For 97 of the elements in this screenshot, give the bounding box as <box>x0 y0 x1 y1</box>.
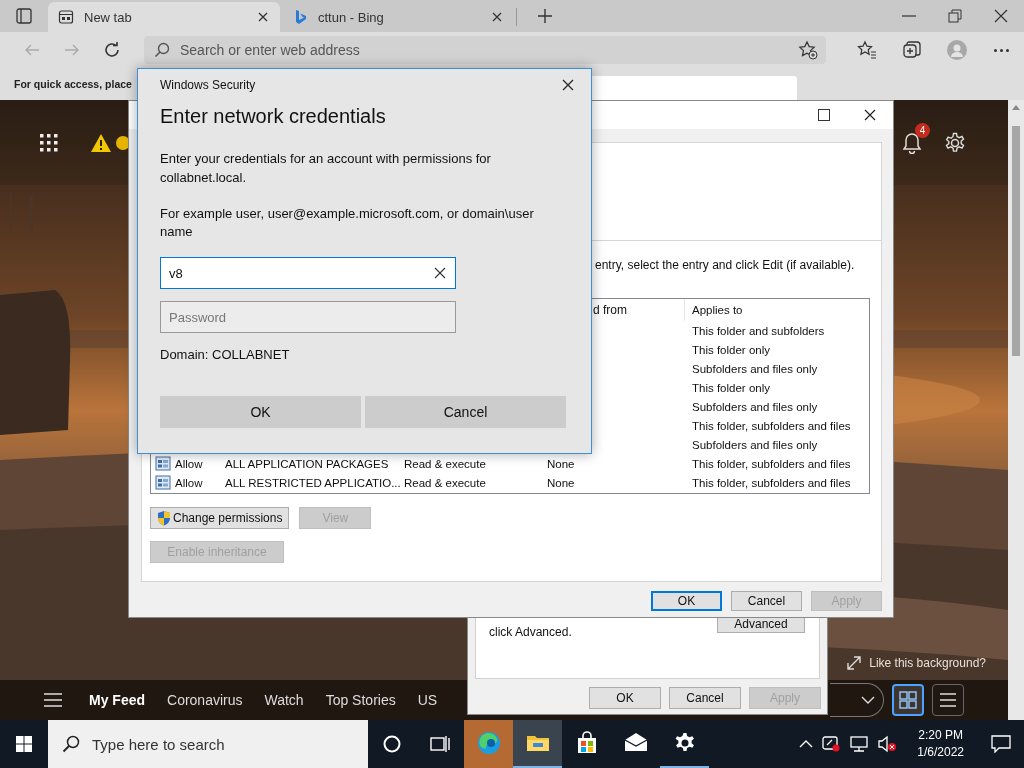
feed-tab[interactable]: My Feed <box>78 680 156 720</box>
group-icon <box>155 456 171 471</box>
dialog-heading: Enter network credentials <box>160 104 387 129</box>
tab-actions-icon[interactable] <box>16 8 32 24</box>
add-favorite-icon[interactable] <box>798 40 818 60</box>
scrollbar-thumb[interactable] <box>1012 126 1020 356</box>
list-view-icon <box>939 692 957 708</box>
advanced-note: click Advanced. <box>489 625 573 639</box>
example-text: For example user, user@example.microsoft.com, or domain\user name <box>160 205 535 241</box>
dialog-button[interactable]: Cancel <box>731 591 802 611</box>
table-cell-text: Allow <box>175 476 204 489</box>
close-icon <box>561 78 575 92</box>
grid-view-icon <box>899 691 917 709</box>
password-field[interactable]: Password <box>160 301 456 333</box>
table-cell-text: Subfolders and files only <box>691 362 819 375</box>
refresh-icon <box>103 41 121 59</box>
address-field[interactable]: Search or enter web address <box>144 36 826 64</box>
browser-tab[interactable]: New tab <box>48 2 280 32</box>
warning-icon[interactable] <box>90 132 112 153</box>
page-icon <box>58 9 74 25</box>
dialog-button[interactable]: Cancel <box>365 396 566 428</box>
table-cell-text: Allow <box>175 457 204 470</box>
favorites-bar-text: For quick access, place <box>14 78 132 90</box>
table-cell-text: Subfolders and files only <box>691 400 819 413</box>
close-icon <box>993 8 1009 24</box>
username-field[interactable]: v8 <box>160 257 456 289</box>
plus-icon <box>537 8 553 24</box>
table-cell-text: ALL APPLICATION PACKAGES <box>225 457 390 470</box>
shield-icon <box>157 510 171 526</box>
table-cell-text: This folder, subfolders and files <box>691 457 852 470</box>
menu-icon[interactable] <box>44 693 62 707</box>
collections-icon <box>901 40 922 60</box>
group-icon <box>155 475 171 490</box>
back-arrow-icon <box>24 42 40 58</box>
domain-label: Domain: COLLABNET <box>160 346 291 364</box>
background-prompt-link[interactable]: Like this background? <box>869 656 986 670</box>
favorites-icon <box>856 40 877 60</box>
task-view-icon <box>430 735 450 753</box>
clear-icon[interactable] <box>434 267 446 279</box>
status-dot-icon <box>116 135 130 150</box>
speech-bubble-icon <box>991 735 1011 753</box>
taskbar-search-field[interactable]: Type here to search <box>48 720 368 768</box>
taskbar-app-button[interactable] <box>513 720 562 768</box>
dialog-title: Windows Security <box>160 78 257 92</box>
table-cell-text: This folder only <box>691 343 771 356</box>
dialog-button[interactable]: Change permissions <box>150 507 290 529</box>
table-cell-text: Read & execute <box>404 457 487 470</box>
circle-icon <box>383 735 401 753</box>
table-cell-text: Read & execute <box>404 476 487 489</box>
feed-tab[interactable]: Coronavirus <box>156 680 254 720</box>
network-icon[interactable] <box>849 735 870 753</box>
app-grid-icon[interactable] <box>40 133 58 152</box>
device-alert-icon[interactable] <box>821 735 842 753</box>
more-icon <box>994 48 1009 52</box>
search-icon <box>62 735 80 753</box>
feed-tab[interactable]: US <box>406 680 449 720</box>
search-icon <box>154 42 170 58</box>
dialog-button[interactable]: OK <box>651 591 722 611</box>
browser-tab[interactable]: cttun - Bing <box>282 2 514 32</box>
chevron-down-icon <box>861 696 875 704</box>
restore-icon <box>947 8 963 24</box>
notification-badge: 4 <box>915 122 930 138</box>
expand-icon <box>847 656 862 670</box>
close-icon[interactable] <box>256 10 270 24</box>
table-cell-text: This folder only <box>691 381 771 394</box>
windows-logo-icon <box>16 736 32 752</box>
feed-tab[interactable]: Watch <box>253 680 315 720</box>
instruction-text: entry, select the entry and click Edit (if available). <box>595 257 856 273</box>
forward-arrow-icon <box>64 42 80 58</box>
bell-icon[interactable] <box>902 131 922 154</box>
table-cell-text: ALL RESTRICTED APPLICATIO... <box>225 476 402 489</box>
chevron-up-icon[interactable] <box>799 740 814 748</box>
table-cell-text: This folder, subfolders and files <box>691 476 852 489</box>
close-icon <box>863 108 877 122</box>
scroll-up-icon[interactable] <box>1012 104 1020 110</box>
close-icon[interactable] <box>490 10 504 24</box>
view-button[interactable] <box>892 684 924 716</box>
view-button[interactable] <box>932 684 964 716</box>
table-cell-text: None <box>547 457 576 470</box>
clock[interactable]: 2:20 PM 1/6/2022 <box>911 727 970 761</box>
avatar-icon <box>946 40 967 60</box>
dialog-button[interactable]: OK <box>160 396 361 428</box>
table-cell-text: This folder and subfolders <box>691 324 826 337</box>
minimize-icon <box>902 15 916 17</box>
speaker-muted-icon[interactable] <box>877 735 898 753</box>
table-cell-text: This folder, subfolders and files <box>691 419 852 432</box>
column-header: d from <box>593 303 627 317</box>
dialog-button[interactable]: OK <box>589 687 661 709</box>
dialog-message: Enter your credentials for an account with permissions for collabnet.local. <box>160 150 492 187</box>
settings-icon[interactable] <box>944 131 966 154</box>
table-cell-text: None <box>547 476 576 489</box>
table-cell-text: Subfolders and files only <box>691 438 819 451</box>
column-header: Applies to <box>692 304 743 316</box>
dialog-button[interactable]: Cancel <box>669 687 741 709</box>
edge-icon <box>476 731 501 755</box>
maximize-icon <box>818 109 830 121</box>
feed-tab[interactable]: Top Stories <box>314 680 407 720</box>
